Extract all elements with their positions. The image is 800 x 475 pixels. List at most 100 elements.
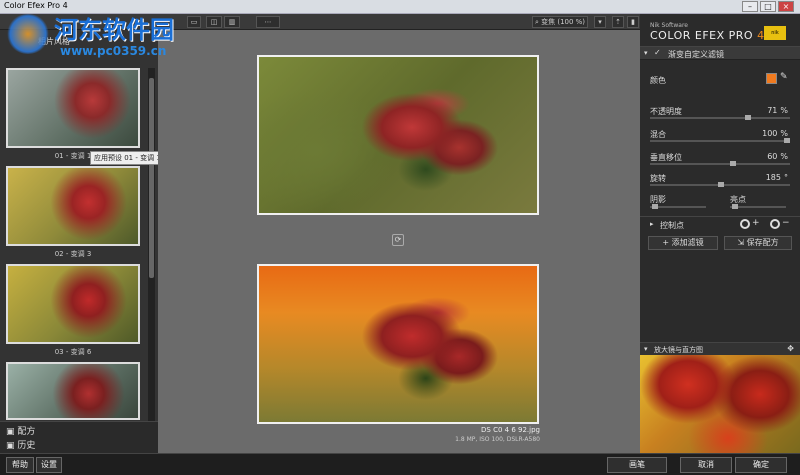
slider-value-number: 60: [767, 152, 778, 161]
preset-label-2: 02 - 变调 3: [54, 250, 92, 258]
slider-value[interactable]: 71%: [767, 106, 788, 115]
save-icon: ⇲: [737, 238, 747, 247]
shadows-slider[interactable]: [650, 204, 706, 209]
scrollbar-thumb[interactable]: [149, 78, 154, 278]
brush-button[interactable]: 画笔: [607, 457, 667, 473]
zoom-dropdown[interactable]: ⌕ 变焦 (100 %): [532, 16, 588, 28]
loupe-image[interactable]: [640, 355, 800, 453]
slider-track[interactable]: [650, 115, 790, 120]
swap-icon[interactable]: ⟳: [392, 234, 404, 246]
history-label: 历史: [17, 441, 36, 451]
eyedropper-icon[interactable]: ✎: [780, 72, 788, 82]
cancel-button[interactable]: 取消: [680, 457, 732, 473]
plus-icon[interactable]: +: [752, 218, 760, 228]
compare-button[interactable]: ⋯: [256, 16, 280, 28]
preset-label-3: 03 - 变调 6: [54, 348, 92, 356]
slider-label: 混合: [650, 130, 666, 139]
zoom-arrow-icon[interactable]: ▾: [594, 16, 606, 28]
file-name: DS C0 4 6 92.jpg: [481, 426, 540, 434]
highlights-knob[interactable]: [732, 204, 738, 209]
brand-logo: COLOR EFEX PRO 4: [650, 29, 765, 42]
slider-track[interactable]: [650, 161, 790, 166]
preset-thumbnail-3[interactable]: [6, 264, 140, 344]
slider-value-unit: %: [780, 106, 788, 115]
close-button[interactable]: ×: [778, 1, 794, 12]
pin-icon[interactable]: ✥: [787, 344, 794, 353]
control-points-row: ▸ 控制点 + −: [640, 216, 800, 232]
slider-label: 不透明度: [650, 107, 682, 116]
window-title: Color Efex Pro 4: [4, 1, 68, 10]
expand-icon[interactable]: ▸: [650, 220, 654, 228]
file-info: 1.8 MP, ISO 100, DSLR-A580: [455, 436, 540, 443]
recipes-icon: ▣: [6, 427, 18, 437]
save-recipe-label: 保存配方: [746, 238, 779, 247]
slider-value-number: 100: [762, 129, 778, 138]
slider-knob[interactable]: [730, 161, 736, 166]
watermark-url: www.pc0359.cn: [60, 44, 167, 58]
bottom-bar: 帮助 设置 画笔 取消 确定: [0, 453, 800, 475]
recipes-label: 配方: [17, 427, 36, 437]
side-by-side-icon[interactable]: ▥: [224, 16, 240, 28]
save-recipe-button[interactable]: ⇲ 保存配方: [724, 236, 792, 250]
preset-thumbnail-4[interactable]: [6, 362, 140, 420]
color-label: 颜色: [650, 76, 666, 85]
left-footer: ▣ 配方 ▣ 历史: [0, 421, 158, 453]
slider-value[interactable]: 185 °: [766, 173, 788, 182]
collapse-icon[interactable]: ▾: [644, 49, 648, 57]
slider-label: 旋转: [650, 174, 666, 183]
highlights-slider[interactable]: [730, 204, 786, 209]
preset-thumbnail-1[interactable]: [6, 68, 140, 148]
slider-knob[interactable]: [745, 115, 751, 120]
preview-before-image[interactable]: [257, 55, 539, 215]
preview-after-image[interactable]: [257, 264, 539, 424]
loupe-label: 放大镜与直方图: [654, 346, 703, 354]
filter-enabled-checkbox[interactable]: ✓: [654, 48, 661, 57]
nik-logo-icon: nik: [764, 26, 786, 40]
add-control-point-icon[interactable]: [740, 219, 750, 229]
color-swatch[interactable]: [766, 73, 777, 84]
recipes-section[interactable]: ▣ 配方: [6, 424, 35, 437]
slider-value-unit: %: [780, 152, 788, 161]
preset-thumbnail-2[interactable]: [6, 166, 140, 246]
slider-value[interactable]: 100%: [762, 129, 788, 138]
export-icon[interactable]: ⇡: [612, 16, 624, 28]
settings-button[interactable]: 设置: [36, 457, 62, 473]
slider-track[interactable]: [650, 182, 790, 187]
slider-value-unit: %: [780, 129, 788, 138]
minus-icon[interactable]: −: [782, 218, 790, 228]
zoom-label: 变焦 (100 %): [541, 18, 586, 26]
slider-knob[interactable]: [718, 182, 724, 187]
ok-button[interactable]: 确定: [735, 457, 787, 473]
add-filter-button[interactable]: + 添加滤镜: [648, 236, 718, 250]
maximize-button[interactable]: □: [760, 1, 776, 12]
loupe-header[interactable]: ▾ 放大镜与直方图 ✥: [640, 342, 800, 355]
history-section[interactable]: ▣ 历史: [6, 438, 35, 451]
filter-name: 渐变自定义滤镜: [668, 50, 724, 59]
control-points-label: 控制点: [660, 221, 684, 230]
slider-value-number: 185: [765, 173, 781, 182]
tooltip: 应用预设 01 - 变调 1: [90, 151, 165, 165]
filter-header[interactable]: ▾ ✓ 渐变自定义滤镜: [640, 46, 800, 60]
panel-toggle-icon[interactable]: ▮: [627, 16, 639, 28]
watermark-logo: [6, 14, 50, 54]
slider-label: 垂直移位: [650, 153, 682, 162]
presets-scrollbar[interactable]: [148, 68, 155, 448]
slider-knob[interactable]: [784, 138, 790, 143]
remove-control-point-icon[interactable]: [770, 219, 780, 229]
presets-panel: 相片风格 01 - 变调 1 02 - 变调 3 03 - 变调 6 应用预设 …: [0, 30, 165, 448]
shadows-knob[interactable]: [652, 204, 658, 209]
filter-panel: Nik Software COLOR EFEX PRO 4 nik ▾ ✓ 渐变…: [640, 14, 800, 453]
watermark-title: 河东软件园: [54, 16, 174, 44]
slider-track[interactable]: [650, 138, 790, 143]
slider-value[interactable]: 60%: [767, 152, 788, 161]
split-view-icon[interactable]: ◫: [206, 16, 222, 28]
slider-value-number: 71: [767, 106, 778, 115]
single-view-icon[interactable]: ▭: [187, 16, 201, 28]
loupe-collapse-icon[interactable]: ▾: [644, 345, 648, 353]
slider-value-unit: °: [784, 173, 788, 182]
brand-name: COLOR EFEX PRO: [650, 29, 754, 42]
history-icon: ▣: [6, 441, 18, 451]
minimize-button[interactable]: –: [742, 1, 758, 12]
help-button[interactable]: 帮助: [6, 457, 34, 473]
brand-small: Nik Software: [650, 22, 688, 29]
